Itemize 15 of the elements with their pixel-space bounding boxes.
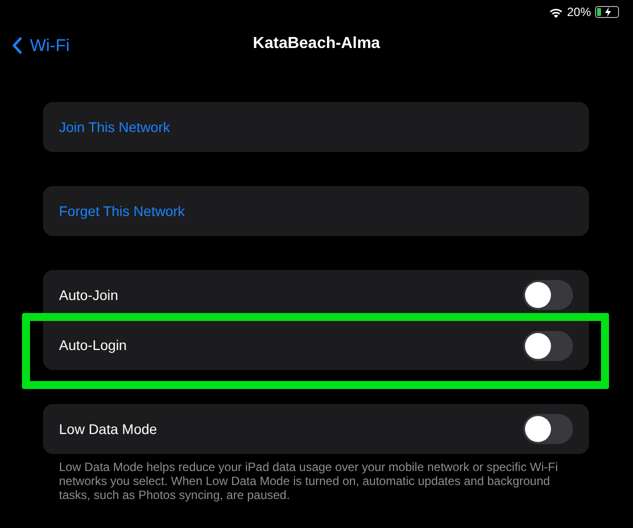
toggle-switch[interactable] [523, 414, 573, 444]
action-button[interactable]: Forget This Network [59, 200, 185, 222]
footer-note: Low Data Mode helps reduce your iPad data usage over your mobile network or specific Wi-Fi networks you select. When Low Data Mode is turned on, automatic updates and background tasks, such as Photos syncing, are paused. [58, 460, 559, 502]
action-button[interactable]: Join This Network [59, 116, 170, 138]
page-title: KataBeach-Alma [252, 34, 380, 54]
toggle-switch[interactable] [523, 330, 573, 360]
setting-label: Low Data Mode [59, 420, 158, 438]
setting-label: Auto-Login [59, 336, 127, 355]
toggle-switch[interactable] [523, 280, 573, 310]
back-button[interactable]: Wi-Fi [12, 33, 70, 58]
battery-icon [595, 6, 619, 18]
battery-percentage: 20% [566, 4, 591, 21]
setting-label: Auto-Join [59, 286, 118, 304]
chevron-left-icon [12, 37, 22, 54]
wifi-icon [548, 6, 563, 18]
